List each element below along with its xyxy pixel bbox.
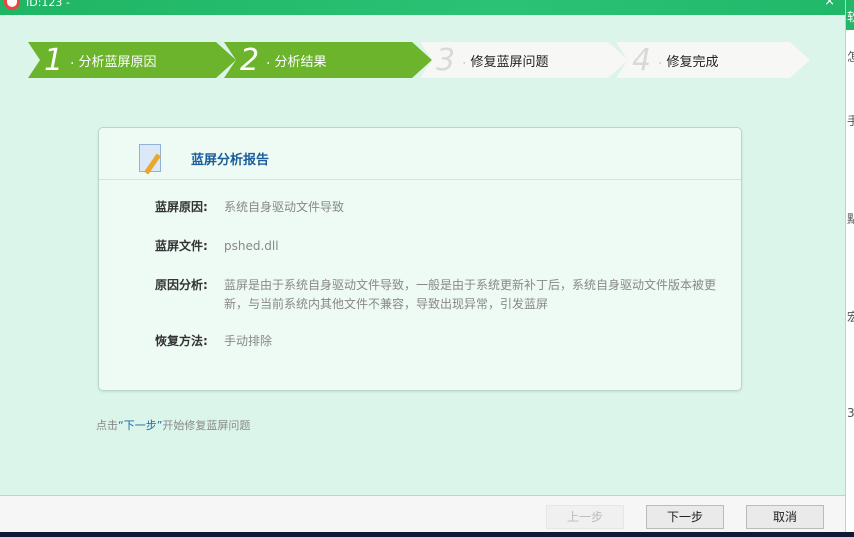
step-progress: 1. 分析蓝屏原因 2. 分析结果 3. 修复蓝屏问题 4. 修复完成: [28, 42, 828, 78]
report-card: 蓝屏分析报告 蓝屏原因: 系统自身驱动文件导致 蓝屏文件: pshed.dll 原因…: [98, 127, 742, 391]
row-label: 蓝屏原因:: [155, 200, 208, 214]
step-2: 2. 分析结果: [224, 42, 432, 78]
step-label: 分析结果: [274, 54, 327, 70]
app-logo-icon: [4, 0, 20, 10]
report-title: 蓝屏分析报告: [191, 153, 270, 168]
row-value: 蓝屏是由于系统自身驱动文件导致，一般是由于系统更新补丁后，系统自身驱动文件版本被…: [224, 278, 717, 311]
next-button[interactable]: 下一步: [646, 505, 724, 529]
report-row-method: 恢复方法: 手动排除: [155, 332, 719, 351]
step-number: 4: [632, 42, 652, 78]
hint-post: 开始修复蓝屏问题: [162, 419, 251, 432]
report-document-icon: [139, 144, 161, 172]
step-3: 3. 修复蓝屏问题: [420, 42, 628, 78]
step-label: 分析蓝屏原因: [78, 54, 157, 70]
side-char: 3: [847, 406, 854, 420]
row-label: 恢复方法:: [155, 334, 208, 348]
title-bar: ID:123 - ×: [0, 0, 845, 15]
background-window-edge: 软 怎 手 點 宏 3: [845, 0, 854, 532]
hint-text: 点击“下一步”开始修复蓝屏问题: [96, 417, 250, 433]
taskbar-edge: [0, 532, 854, 537]
window-title: ID:123 -: [26, 0, 70, 9]
prev-button[interactable]: 上一步: [546, 505, 624, 529]
close-button[interactable]: ×: [824, 0, 835, 9]
hint-pre: 点击: [96, 419, 118, 432]
side-char: 宏: [847, 308, 854, 325]
repair-window: ID:123 - × 1. 分析蓝屏原因 2. 分析结果 3. 修复蓝屏问题 4. 修复…: [0, 0, 845, 532]
step-number: 1: [44, 42, 64, 78]
row-value: pshed.dll: [224, 239, 279, 253]
button-bar: 上一步 下一步 取消: [0, 495, 845, 532]
step-number: 3: [436, 42, 456, 78]
row-label: 原因分析:: [155, 278, 208, 292]
row-value: 手动排除: [224, 334, 273, 348]
row-label: 蓝屏文件:: [155, 239, 208, 253]
row-value: 系统自身驱动文件导致: [224, 200, 345, 214]
step-1: 1. 分析蓝屏原因: [28, 42, 236, 78]
step-number: 2: [240, 42, 260, 78]
cancel-button[interactable]: 取消: [746, 505, 824, 529]
side-char: 手: [847, 112, 854, 129]
step-label: 修复蓝屏问题: [470, 54, 549, 70]
side-char: 點: [847, 210, 854, 227]
report-row-analysis: 原因分析: 蓝屏是由于系统自身驱动文件导致，一般是由于系统更新补丁后，系统自身驱动…: [155, 276, 719, 314]
step-4: 4. 修复完成: [616, 42, 810, 78]
side-char: 软: [847, 8, 854, 25]
report-row-cause: 蓝屏原因: 系统自身驱动文件导致: [155, 198, 719, 217]
step-label: 修复完成: [666, 54, 719, 70]
side-char: 怎: [847, 48, 854, 65]
hint-quote: “下一步”: [118, 419, 163, 432]
report-row-file: 蓝屏文件: pshed.dll: [155, 237, 719, 256]
